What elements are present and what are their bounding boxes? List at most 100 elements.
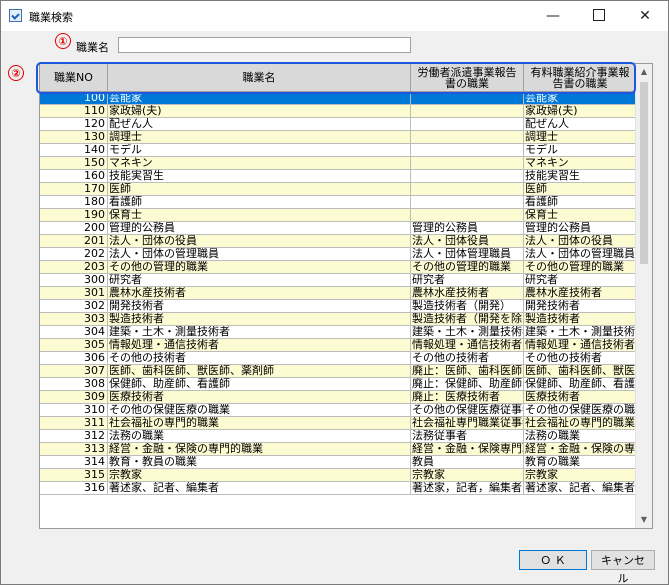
cell-dispatch-report: 農林水産技術者 bbox=[411, 287, 524, 299]
table-row[interactable]: 308 保健師、助産師、看護師 廃止：保健師、助産師 保健師、助産師、看護師 bbox=[40, 378, 637, 391]
cell-job-name: 保健師、助産師、看護師 bbox=[108, 378, 411, 390]
cell-job-name: 調理士 bbox=[108, 131, 411, 143]
table-row[interactable]: 312 法務の職業 法務従事者 法務の職業 bbox=[40, 430, 637, 443]
table-row[interactable]: 190 保育士 保育士 bbox=[40, 209, 637, 222]
cell-dispatch-report bbox=[411, 183, 524, 195]
cell-placement-report: 法人・団体の役員 bbox=[524, 235, 637, 247]
cell-job-no: 110 bbox=[40, 105, 108, 117]
table-row[interactable]: 314 教育・教員の職業 教員 教育の職業 bbox=[40, 456, 637, 469]
cancel-button[interactable]: キャンセル bbox=[591, 550, 655, 585]
cell-dispatch-report: 著述家，記者，編集者 bbox=[412, 482, 524, 494]
table-row[interactable]: 140 モデル モデル bbox=[40, 144, 637, 157]
cell-job-name: マネキン bbox=[108, 157, 411, 169]
cell-dispatch-report: 社会福祉専門職業従事者 bbox=[412, 417, 524, 429]
cell-placement-report: 情報処理・通信技術者 bbox=[525, 339, 637, 351]
table-row[interactable]: 201 法人・団体の役員 法人・団体役員 法人・団体の役員 bbox=[40, 235, 637, 248]
table-row[interactable]: 110 家政婦(夫) 家政婦(夫) bbox=[40, 105, 637, 118]
table-row[interactable]: 316 著述家、記者、編集者 著述家，記者，編集者 著述家、記者、編集者 bbox=[40, 482, 637, 495]
cell-job-name: 医師 bbox=[108, 183, 411, 195]
table-row[interactable]: 313経営・金融・保険の専門的職業経営・金融・保険専門職業経営・金融・保険の専門… bbox=[40, 443, 637, 456]
table-row[interactable]: 301 農林水産技術者 農林水産技術者 農林水産技術者 bbox=[40, 287, 637, 300]
cell-job-name: 管理的公務員 bbox=[108, 222, 411, 234]
table-row[interactable]: 200 管理的公務員 管理的公務員 管理的公務員 bbox=[40, 222, 637, 235]
cell-placement-report: 教育の職業 bbox=[524, 456, 637, 468]
cell-placement-report: 製造技術者 bbox=[524, 313, 637, 325]
cell-job-name: 保育士 bbox=[108, 209, 411, 221]
cell-job-name: 配ぜん人 bbox=[108, 118, 411, 130]
cell-job-name: 医師、歯科医師、獣医師、薬剤師 bbox=[108, 365, 411, 377]
table-row[interactable]: 315 宗教家 宗教家 宗教家 bbox=[40, 469, 637, 482]
table-row[interactable]: 150 マネキン マネキン bbox=[40, 157, 637, 170]
scroll-thumb[interactable] bbox=[640, 82, 648, 264]
cell-dispatch-report bbox=[411, 131, 524, 143]
cell-job-no: 203 bbox=[40, 261, 108, 273]
vertical-scrollbar[interactable]: ▲ ▼ bbox=[635, 64, 652, 528]
table-row[interactable]: 203 その他の管理的職業 その他の管理的職業 その他の管理的職業 bbox=[40, 261, 637, 274]
cell-job-no: 301 bbox=[40, 287, 108, 299]
table-row[interactable]: 310 その他の保健医療の職業 その他の保健医療従事者 その他の保健医療の職業 bbox=[40, 404, 637, 417]
annotation-marker-2: ② bbox=[8, 65, 24, 81]
cell-placement-report: その他の技術者 bbox=[524, 352, 637, 364]
cell-job-name: 情報処理・通信技術者 bbox=[108, 339, 411, 351]
close-button[interactable]: ✕ bbox=[622, 1, 668, 31]
table-row[interactable]: 303製造技術者製造技術者（開発を除く）製造技術者 bbox=[40, 313, 637, 326]
cell-job-no: 312 bbox=[40, 430, 108, 442]
ok-button[interactable]: Ｏ Ｋ bbox=[519, 550, 587, 570]
job-table: 職業NO 職業名 労働者派遣事業報告 書の職業 有料職業紹介事業報 告書の職業 … bbox=[39, 63, 653, 529]
cell-placement-report: 法務の職業 bbox=[524, 430, 637, 442]
maximize-button[interactable] bbox=[576, 1, 622, 31]
table-row[interactable]: 170 医師 医師 bbox=[40, 183, 637, 196]
cell-job-no: 311 bbox=[40, 417, 108, 429]
table-row[interactable]: 309 医療技術者 廃止：医療技術者 医療技術者 bbox=[40, 391, 637, 404]
header-highlight-box bbox=[36, 62, 636, 94]
cell-placement-report: モデル bbox=[524, 144, 637, 156]
scroll-down-arrow-icon[interactable]: ▼ bbox=[636, 512, 652, 528]
cell-dispatch-report: 宗教家 bbox=[411, 469, 524, 481]
table-row[interactable]: 120 配ぜん人 配ぜん人 bbox=[40, 118, 637, 131]
cell-job-name: 医療技術者 bbox=[108, 391, 411, 403]
cell-job-name: 技能実習生 bbox=[108, 170, 411, 182]
cell-job-no: 130 bbox=[40, 131, 108, 143]
table-row[interactable]: 305 情報処理・通信技術者 情報処理・通信技術者 情報処理・通信技術者 bbox=[40, 339, 637, 352]
table-row[interactable]: 180 看護師 看護師 bbox=[40, 196, 637, 209]
cell-job-no: 307 bbox=[40, 365, 108, 377]
table-row[interactable]: 130 調理士 調理士 bbox=[40, 131, 637, 144]
table-row[interactable]: 304 建築・土木・測量技術者 建築・土木・測量技術者 建築・土木・測量技術者 bbox=[40, 326, 637, 339]
cell-job-name: 法人・団体の役員 bbox=[108, 235, 411, 247]
cell-dispatch-report: 管理的公務員 bbox=[411, 222, 524, 234]
cell-dispatch-report: 経営・金融・保険専門職業 bbox=[412, 443, 524, 455]
cell-job-name: 著述家、記者、編集者 bbox=[108, 482, 411, 494]
cell-placement-report: 保育士 bbox=[524, 209, 637, 221]
table-row[interactable]: 160 技能実習生 技能実習生 bbox=[40, 170, 637, 183]
table-row[interactable]: 300 研究者 研究者 研究者 bbox=[40, 274, 637, 287]
cell-dispatch-report: 廃止：医療技術者 bbox=[411, 391, 524, 403]
cell-placement-report: 管理的公務員 bbox=[524, 222, 637, 234]
cell-job-no: 300 bbox=[40, 274, 108, 286]
cell-job-no: 305 bbox=[40, 339, 108, 351]
scroll-up-arrow-icon[interactable]: ▲ bbox=[636, 64, 652, 80]
cell-job-no: 201 bbox=[40, 235, 108, 247]
table-row[interactable]: 307 医師、歯科医師、獣医師、薬剤師 廃止：医師、歯科医師 医師、歯科医師、獣医師 bbox=[40, 365, 637, 378]
cell-dispatch-report bbox=[411, 209, 524, 221]
cell-job-no: 150 bbox=[40, 157, 108, 169]
cell-placement-report: 著述家、記者、編集者 bbox=[525, 482, 637, 494]
cell-job-no: 309 bbox=[40, 391, 108, 403]
cell-job-name: 宗教家 bbox=[108, 469, 411, 481]
window-title: 職業検索 bbox=[29, 11, 73, 24]
title-bar: 職業検索 — ✕ bbox=[1, 1, 668, 31]
table-body: 100 芸能家 芸能家 110 家政婦(夫) 家政婦(夫) 120 配ぜん人 配ぜん人 130 調理… bbox=[40, 92, 637, 495]
cell-dispatch-report: 法務従事者 bbox=[411, 430, 524, 442]
job-name-input[interactable] bbox=[118, 37, 411, 53]
cell-placement-report: 家政婦(夫) bbox=[524, 105, 637, 117]
cell-dispatch-report: 情報処理・通信技術者 bbox=[412, 339, 524, 351]
table-row[interactable]: 202 法人・団体の管理職員 法人・団体管理職員 法人・団体の管理職員 bbox=[40, 248, 637, 261]
cell-placement-report: 社会福祉の専門的職業 bbox=[525, 417, 637, 429]
cell-dispatch-report bbox=[411, 105, 524, 117]
cell-dispatch-report: その他の技術者 bbox=[411, 352, 524, 364]
minimize-button[interactable]: — bbox=[530, 1, 576, 31]
table-row[interactable]: 302 開発技術者 製造技術者（開発） 開発技術者 bbox=[40, 300, 637, 313]
cell-job-no: 313 bbox=[40, 443, 108, 455]
cell-dispatch-report: 教員 bbox=[411, 456, 524, 468]
table-row[interactable]: 306 その他の技術者 その他の技術者 その他の技術者 bbox=[40, 352, 637, 365]
table-row[interactable]: 311 社会福祉の専門的職業 社会福祉専門職業従事者 社会福祉の専門的職業 bbox=[40, 417, 637, 430]
